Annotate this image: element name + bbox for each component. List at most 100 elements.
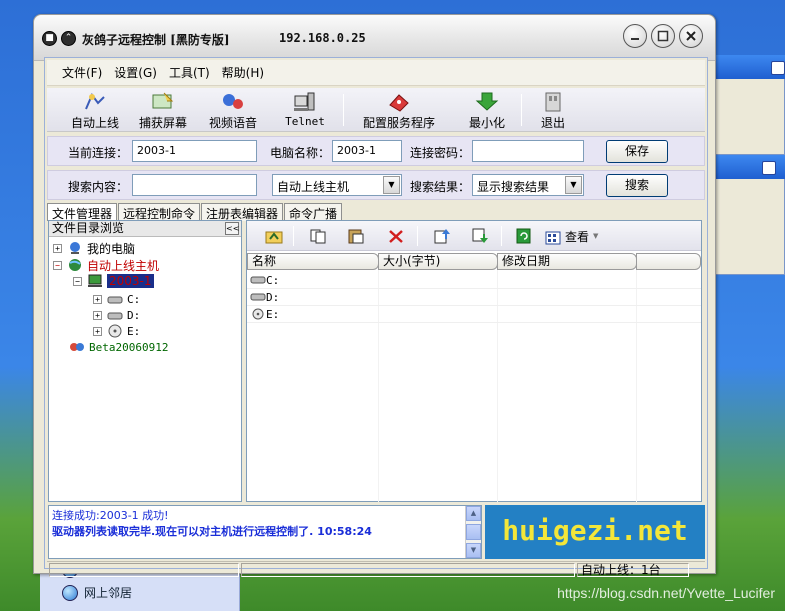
menu-bar: 文件(F) 设置(G) 工具(T) 帮助(H) xyxy=(47,60,705,86)
tree-node-label-selected: 2003-1 xyxy=(107,274,154,288)
menu-tools[interactable]: 工具(T) xyxy=(169,64,210,81)
auto-online-icon xyxy=(85,93,105,110)
minimize-app-button[interactable]: 最小化 xyxy=(457,88,517,132)
download-button[interactable] xyxy=(467,225,493,247)
video-voice-button[interactable]: 视频语音 xyxy=(203,88,263,132)
expand-icon[interactable]: + xyxy=(93,294,102,304)
chevron-down-icon[interactable]: ▼ xyxy=(383,176,400,194)
search-scope-select[interactable]: 自动上线主机 ▼ xyxy=(272,174,402,196)
view-dropdown-icon[interactable]: ▼ xyxy=(593,232,598,240)
save-button[interactable]: 保存 xyxy=(606,140,668,163)
tree-node-drive-d[interactable]: + D: xyxy=(93,307,140,323)
search-result-value: 显示搜索结果 xyxy=(477,180,550,194)
column-header-date[interactable]: 修改日期 xyxy=(497,253,637,270)
table-row[interactable]: C: xyxy=(247,272,701,289)
tab-file-manager[interactable]: 文件管理器 xyxy=(47,203,118,221)
copy-icon xyxy=(310,229,326,244)
auto-online-button[interactable]: 自动上线 xyxy=(65,88,125,132)
collapse-icon[interactable]: − xyxy=(73,276,82,286)
exit-button[interactable]: 退出 xyxy=(525,88,581,132)
column-header-size[interactable]: 大小(字节) xyxy=(378,253,498,270)
directory-tree[interactable]: 文件目录浏览 << + 我的电脑 − 自动上线主机 − 2003-1 + C: … xyxy=(48,220,242,502)
up-folder-button[interactable] xyxy=(261,225,287,247)
close-icon xyxy=(686,31,696,41)
close-button[interactable] xyxy=(679,24,703,48)
search-content-field[interactable] xyxy=(132,174,257,196)
search-content-label: 搜索内容： xyxy=(68,180,129,194)
configure-server-icon xyxy=(389,94,409,112)
telnet-button[interactable]: Telnet xyxy=(275,88,335,132)
hard-drive-icon xyxy=(107,296,123,304)
column-header-filler xyxy=(636,253,701,270)
table-row[interactable]: E: xyxy=(247,306,701,323)
tree-node-drive-e[interactable]: + E: xyxy=(93,323,140,339)
tree-node-label: E: xyxy=(127,324,141,338)
minimize-button[interactable] xyxy=(623,24,647,48)
scroll-thumb[interactable] xyxy=(466,524,481,540)
menu-settings[interactable]: 设置(G) xyxy=(114,64,157,81)
collapse-icon[interactable]: − xyxy=(53,260,62,270)
search-scope-value: 自动上线主机 xyxy=(277,180,350,194)
search-button[interactable]: 搜索 xyxy=(606,174,668,197)
tab-remote-commands[interactable]: 远程控制命令 xyxy=(118,203,201,221)
file-name: E: xyxy=(266,307,280,321)
log-scrollbar[interactable]: ▲ ▼ xyxy=(465,506,481,558)
collapse-panel-icon[interactable]: << xyxy=(225,222,239,235)
title-bar[interactable]: ■ ⌃ 灰鸽子远程控制 [黑防专版] 192.168.0.25 xyxy=(34,15,715,61)
configure-server-button[interactable]: 配置服务程序 xyxy=(351,88,447,132)
cd-drive-icon xyxy=(252,308,264,320)
maximize-button[interactable] xyxy=(651,24,675,48)
expand-icon[interactable]: + xyxy=(93,310,102,320)
file-name: D: xyxy=(266,290,280,304)
tab-command-broadcast[interactable]: 命令广播 xyxy=(284,203,343,221)
status-panel-1 xyxy=(49,563,239,577)
file-name: C: xyxy=(266,273,280,287)
log-output[interactable]: 连接成功:2003-1 成功! 驱动器列表读取完毕.现在可以对主机进行远程控制了… xyxy=(48,505,482,559)
download-icon xyxy=(472,228,488,243)
toolbar-separator xyxy=(417,226,418,246)
refresh-button[interactable] xyxy=(511,225,537,247)
desktop-item-network[interactable]: 网上邻居 xyxy=(62,584,132,601)
table-row[interactable]: D: xyxy=(247,289,701,306)
refresh-icon xyxy=(516,228,531,244)
window-title: 灰鸽子远程控制 [黑防专版] xyxy=(82,33,230,47)
telnet-icon xyxy=(294,92,315,111)
current-connection-field[interactable]: 2003-1 xyxy=(132,140,257,162)
column-header-name[interactable]: 名称 xyxy=(247,253,379,270)
rollup-icon[interactable]: ⌃ xyxy=(61,31,76,46)
view-button[interactable]: 查看 ▼ xyxy=(545,225,609,247)
system-menu-icon[interactable]: ■ xyxy=(42,31,57,46)
pc-name-field[interactable]: 2003-1 xyxy=(332,140,402,162)
tree-node-beta[interactable]: Beta20060912 xyxy=(69,339,168,355)
expand-icon[interactable]: + xyxy=(93,326,102,336)
tree-node-drive-c[interactable]: + C: xyxy=(93,291,140,307)
tree-node-my-computer[interactable]: + 我的电脑 xyxy=(53,240,135,256)
delete-button[interactable] xyxy=(383,225,409,247)
password-field[interactable] xyxy=(472,140,584,162)
scroll-up-icon[interactable]: ▲ xyxy=(466,506,481,521)
search-result-select[interactable]: 显示搜索结果 ▼ xyxy=(472,174,584,196)
client-area: 文件(F) 设置(G) 工具(T) 帮助(H) 自动上线 捕获屏幕 视频语音 T… xyxy=(44,57,708,577)
scroll-down-icon[interactable]: ▼ xyxy=(466,543,481,558)
auto-online-label: 自动上线 xyxy=(70,116,119,130)
network-neighborhood-icon xyxy=(62,584,78,601)
paste-button[interactable] xyxy=(343,225,369,247)
tree-node-auto-online-hosts[interactable]: − 自动上线主机 xyxy=(53,257,159,273)
pc-name-label: 电脑名称： xyxy=(270,146,331,160)
capture-screen-button[interactable]: 捕获屏幕 xyxy=(133,88,193,132)
globe-icon xyxy=(69,259,81,271)
background-minimize-icon xyxy=(771,61,785,75)
tree-node-host-2003-1[interactable]: − 2003-1 xyxy=(73,273,154,289)
chevron-down-icon[interactable]: ▼ xyxy=(565,176,582,194)
log-line-2: 驱动器列表读取完毕.现在可以对主机进行远程控制了. 10:58:24 xyxy=(52,525,372,538)
hard-drive-icon xyxy=(107,312,123,320)
expand-icon[interactable]: + xyxy=(53,243,62,253)
menu-file[interactable]: 文件(F) xyxy=(62,64,102,81)
upload-button[interactable] xyxy=(429,225,455,247)
computer-icon xyxy=(70,242,80,254)
tree-node-label: C: xyxy=(127,292,141,306)
toolbar-separator xyxy=(501,226,502,246)
menu-help[interactable]: 帮助(H) xyxy=(222,64,264,81)
tab-registry-editor[interactable]: 注册表编辑器 xyxy=(201,203,284,221)
copy-button[interactable] xyxy=(305,225,331,247)
